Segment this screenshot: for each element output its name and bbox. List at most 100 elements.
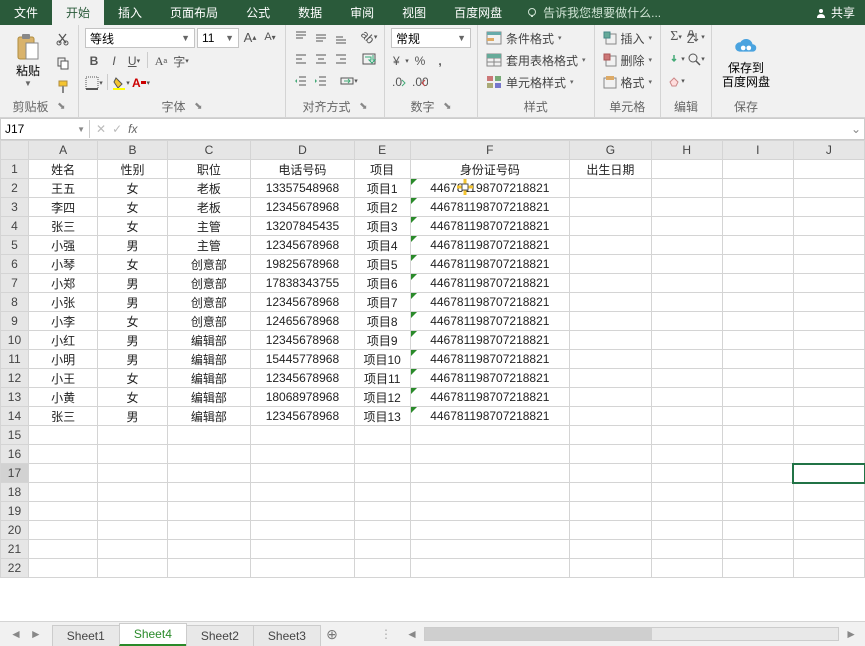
cell[interactable]: 446781198707218821 [410, 350, 569, 369]
cell[interactable]: 446781198707218821 [410, 407, 569, 426]
cell[interactable] [251, 559, 355, 578]
tab-home[interactable]: 开始 [52, 0, 104, 25]
cell[interactable]: 老板 [167, 179, 250, 198]
row-header[interactable]: 11 [1, 350, 29, 369]
cell[interactable]: 15445778968 [251, 350, 355, 369]
cell[interactable] [793, 559, 864, 578]
cell[interactable] [354, 483, 410, 502]
cell[interactable] [722, 464, 793, 483]
cell[interactable] [651, 198, 722, 217]
column-header[interactable]: F [410, 141, 569, 160]
cell[interactable] [651, 559, 722, 578]
cell[interactable]: 19825678968 [251, 255, 355, 274]
save-to-netdisk-button[interactable]: 保存到 百度网盘 [718, 28, 774, 94]
cell[interactable] [651, 369, 722, 388]
fill-color-button[interactable]: ▾ [112, 74, 130, 92]
cell[interactable] [28, 426, 97, 445]
cell[interactable]: 王五 [28, 179, 97, 198]
scroll-right-button[interactable]: ► [845, 627, 857, 641]
cell[interactable] [722, 521, 793, 540]
cell[interactable]: 项目4 [354, 236, 410, 255]
decrease-decimal-button[interactable]: .00 [411, 74, 429, 92]
cell[interactable]: 女 [98, 217, 167, 236]
cell[interactable] [354, 464, 410, 483]
row-header[interactable]: 19 [1, 502, 29, 521]
cell[interactable]: 12345678968 [251, 236, 355, 255]
cell[interactable]: 18068978968 [251, 388, 355, 407]
cell[interactable] [570, 483, 652, 502]
font-size-select[interactable]: 11▼ [197, 28, 239, 48]
horizontal-scrollbar[interactable]: ◄ ► [398, 627, 865, 641]
column-header[interactable]: A [28, 141, 97, 160]
cell[interactable]: 446781198707218821 [410, 369, 569, 388]
cell[interactable] [651, 407, 722, 426]
cell[interactable] [570, 521, 652, 540]
sheet-next-button[interactable]: ► [30, 627, 42, 641]
grow-font-button[interactable]: A▴ [241, 28, 259, 46]
row-header[interactable]: 15 [1, 426, 29, 445]
cell[interactable] [793, 445, 864, 464]
cell[interactable]: 12345678968 [251, 198, 355, 217]
cell[interactable] [651, 464, 722, 483]
cell[interactable] [651, 274, 722, 293]
cell[interactable] [793, 198, 864, 217]
number-format-select[interactable]: 常规▼ [391, 28, 471, 48]
cell[interactable]: 13207845435 [251, 217, 355, 236]
cell[interactable] [570, 502, 652, 521]
cell[interactable]: 项目8 [354, 312, 410, 331]
cell[interactable] [251, 445, 355, 464]
cell[interactable]: 12345678968 [251, 331, 355, 350]
cell[interactable] [410, 445, 569, 464]
column-header[interactable]: E [354, 141, 410, 160]
shrink-font-button[interactable]: A▾ [261, 28, 279, 46]
cell[interactable] [651, 160, 722, 179]
cell[interactable]: 编辑部 [167, 407, 250, 426]
cell[interactable] [251, 502, 355, 521]
tab-view[interactable]: 视图 [388, 0, 440, 25]
cell[interactable] [651, 331, 722, 350]
cell[interactable] [722, 198, 793, 217]
increase-decimal-button[interactable]: .0 [391, 74, 409, 92]
cell[interactable] [722, 426, 793, 445]
fill-button[interactable]: ▾ [667, 50, 685, 68]
cell[interactable] [793, 274, 864, 293]
cell[interactable]: 李四 [28, 198, 97, 217]
cell[interactable]: 男 [98, 407, 167, 426]
cell[interactable]: 老板 [167, 198, 250, 217]
cell[interactable]: 小红 [28, 331, 97, 350]
row-header[interactable]: 16 [1, 445, 29, 464]
row-header[interactable]: 13 [1, 388, 29, 407]
cell[interactable] [28, 559, 97, 578]
sheet-tab[interactable]: Sheet2 [186, 625, 254, 646]
share-button[interactable]: 共享 [805, 0, 865, 25]
sort-filter-button[interactable]: AZ▾ [687, 28, 705, 46]
column-header[interactable]: I [722, 141, 793, 160]
tab-formula[interactable]: 公式 [232, 0, 284, 25]
cell[interactable] [570, 559, 652, 578]
column-header[interactable]: C [167, 141, 250, 160]
italic-button[interactable]: I [105, 52, 123, 70]
format-painter-button[interactable] [54, 78, 72, 96]
cell[interactable]: 女 [98, 369, 167, 388]
cell[interactable] [98, 540, 167, 559]
cell[interactable] [28, 483, 97, 502]
row-header[interactable]: 1 [1, 160, 29, 179]
cell[interactable] [98, 559, 167, 578]
align-center-button[interactable] [312, 50, 330, 68]
cell[interactable]: 电话号码 [251, 160, 355, 179]
align-bottom-button[interactable] [332, 28, 350, 46]
cell[interactable] [793, 255, 864, 274]
cell[interactable] [722, 236, 793, 255]
column-header[interactable]: D [251, 141, 355, 160]
currency-button[interactable]: ¥▾ [391, 52, 409, 70]
cell[interactable]: 编辑部 [167, 369, 250, 388]
cell[interactable] [167, 464, 250, 483]
format-as-table-button[interactable]: 套用表格格式▾ [484, 50, 588, 70]
cell[interactable] [354, 502, 410, 521]
cell[interactable]: 小黄 [28, 388, 97, 407]
ruby-button[interactable]: Aa [152, 52, 170, 70]
cell[interactable] [651, 350, 722, 369]
increase-indent-button[interactable] [312, 72, 330, 90]
align-right-button[interactable] [332, 50, 350, 68]
cell[interactable]: 446781198707218821 [410, 179, 569, 198]
